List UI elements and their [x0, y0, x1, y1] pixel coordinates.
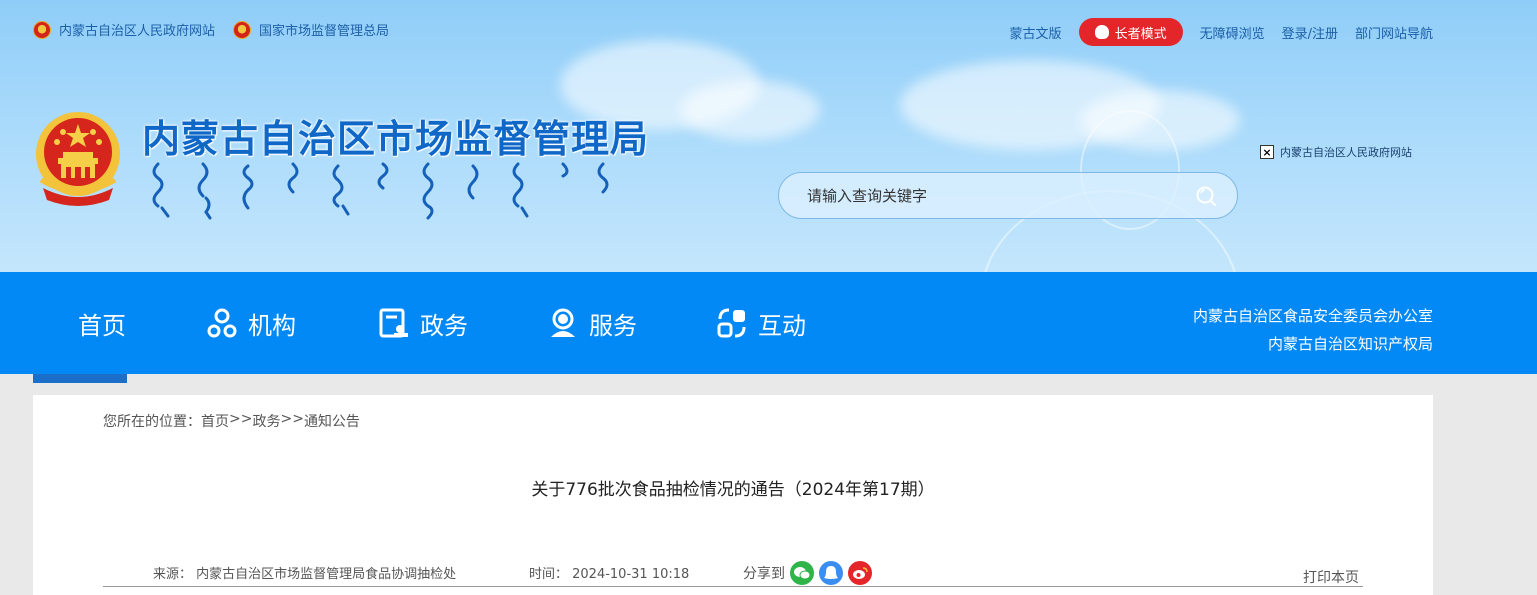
article-source: 来源： 内蒙古自治区市场监督管理局食品协调抽检处: [153, 567, 457, 582]
top-link-samr[interactable]: 国家市场监督管理总局: [233, 20, 389, 39]
print-page-link[interactable]: 打印本页: [1303, 567, 1359, 587]
search-icon[interactable]: [1195, 185, 1217, 207]
elder-mode-button[interactable]: 长者模式: [1078, 18, 1183, 46]
breadcrumb: 您所在的位置： 首页 >> 政务 >> 通知公告: [103, 411, 360, 431]
nav-gov-affairs[interactable]: 政务: [378, 272, 468, 374]
share-bar: 分享到: [743, 561, 872, 585]
ip-office-link[interactable]: 内蒙古自治区知识产权局: [1193, 330, 1433, 358]
article-panel: 您所在的位置： 首页 >> 政务 >> 通知公告 关于776批次食品抽检情况的通…: [33, 395, 1433, 595]
breadcrumb-notice[interactable]: 通知公告: [304, 411, 360, 431]
accessible-browse-link[interactable]: 无障碍浏览: [1200, 23, 1265, 42]
top-left-links: 内蒙古自治区人民政府网站 国家市场监督管理总局: [33, 20, 389, 39]
share-label: 分享到: [743, 566, 785, 582]
emblem-icon: [233, 20, 252, 39]
breadcrumb-home[interactable]: 首页: [201, 411, 229, 431]
nav-service[interactable]: 服务: [547, 272, 637, 374]
gov-affairs-icon: [379, 308, 408, 338]
wechat-icon[interactable]: [790, 561, 814, 585]
interact-icon: [717, 308, 746, 338]
main-nav: 首页 机构 政务 服务 互动 内蒙古自治区食品安全委员会办公室 内蒙古自治区知识…: [0, 272, 1537, 374]
nav-home-active-indicator: [33, 374, 127, 383]
search-box: [778, 172, 1238, 219]
site-title: 内蒙古自治区市场监督管理局: [142, 117, 650, 161]
mongolian-script-logo: [152, 162, 609, 220]
elder-icon: [1094, 25, 1109, 39]
article-meta: 来源： 内蒙古自治区市场监督管理局食品协调抽检处 时间： 2024-10-31 …: [103, 561, 1363, 587]
nav-home[interactable]: 首页: [78, 272, 126, 374]
broken-image-icon: ×: [1260, 145, 1274, 159]
mongolian-version-link[interactable]: 蒙古文版: [1010, 23, 1062, 42]
gov-website-link[interactable]: × 内蒙古自治区人民政府网站: [1260, 144, 1412, 160]
breadcrumb-sep: >>: [280, 411, 304, 427]
breadcrumb-gov[interactable]: 政务: [252, 411, 280, 431]
org-icon: [207, 308, 237, 338]
food-safety-office-link[interactable]: 内蒙古自治区食品安全委员会办公室: [1193, 302, 1433, 330]
article-time: 时间： 2024-10-31 10:18: [529, 567, 690, 582]
weibo-icon[interactable]: [848, 561, 872, 585]
top-right-links: 蒙古文版 长者模式 无障碍浏览 登录/注册 部门网站导航: [1010, 18, 1433, 46]
nav-right-links: 内蒙古自治区食品安全委员会办公室 内蒙古自治区知识产权局: [1193, 302, 1433, 358]
login-register-link[interactable]: 登录/注册: [1282, 23, 1338, 42]
dept-nav-link[interactable]: 部门网站导航: [1355, 23, 1433, 42]
emblem-icon: [33, 20, 51, 39]
nav-interact[interactable]: 互动: [716, 272, 806, 374]
search-input[interactable]: [807, 186, 1195, 205]
breadcrumb-prefix: 您所在的位置：: [103, 414, 201, 430]
national-emblem-icon: [36, 112, 120, 206]
breadcrumb-sep: >>: [229, 411, 253, 427]
site-header: 内蒙古自治区人民政府网站 国家市场监督管理总局 蒙古文版 长者模式 无障碍浏览 …: [0, 0, 1537, 272]
top-link-gov[interactable]: 内蒙古自治区人民政府网站: [33, 20, 215, 39]
article-title: 关于776批次食品抽检情况的通告（2024年第17期）: [531, 480, 935, 500]
service-icon: [551, 308, 575, 337]
qq-icon[interactable]: [819, 561, 843, 585]
nav-org[interactable]: 机构: [206, 272, 296, 374]
